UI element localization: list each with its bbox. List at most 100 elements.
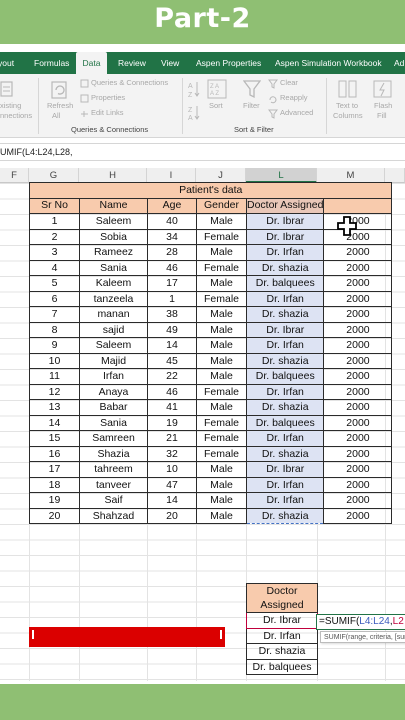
cell-doctor[interactable]: Dr. shazia [245,507,325,524]
cell-name[interactable]: Shazia [79,445,148,462]
edit-links-icon[interactable] [80,109,89,118]
cell-name[interactable]: Shahzad [79,507,148,524]
cell-sr-no[interactable]: 3 [29,244,80,261]
cell-name[interactable]: Anaya [79,383,148,400]
cell-doctor[interactable]: Dr. Irfan [245,430,325,447]
cell-fee[interactable]: 2000 [323,414,393,431]
cell-age[interactable]: 40 [147,213,197,230]
header-name[interactable]: Name [79,197,148,214]
cell-doctor[interactable]: Dr. shazia [245,352,325,369]
cell-sr-no[interactable]: 6 [29,290,80,307]
cell-fee[interactable]: 2000 [323,337,393,354]
cell-fee[interactable]: 2000 [323,461,393,478]
formula-bar[interactable]: UMIF(L4:L24,L28, [0,143,405,161]
cell-name[interactable]: tanzeela [79,290,148,307]
advanced-filter-icon[interactable] [268,109,278,119]
header-age[interactable]: Age [147,197,197,214]
cell-fee[interactable]: 2000 [323,275,393,292]
sort-az-icon[interactable]: A Z [187,79,201,101]
cell-age[interactable]: 38 [147,306,197,323]
cell-gender[interactable]: Female [196,414,247,431]
table-title[interactable]: Patient's data [28,182,393,199]
sort-button[interactable]: Sort [209,101,223,111]
sort-za-icon[interactable]: Z A [187,104,201,124]
lookup-cell[interactable]: Dr. balquees [246,658,318,675]
cell-name[interactable]: Sobia [79,228,148,245]
cell-sr-no[interactable]: 9 [29,337,80,354]
cell-fee[interactable]: 2000 [323,383,393,400]
cell-gender[interactable]: Male [196,337,247,354]
cell-sr-no[interactable]: 11 [29,368,80,385]
cell-name[interactable]: Saleem [79,337,148,354]
lookup-header[interactable]: Doctor Assigned [246,583,318,613]
cell-name[interactable]: Majid [79,352,148,369]
properties-icon[interactable] [80,94,89,103]
cell-age[interactable]: 21 [147,430,197,447]
advanced-button[interactable]: Advanced [280,108,313,118]
cell-age[interactable]: 46 [147,383,197,400]
cell-name[interactable]: manan [79,306,148,323]
cell-name[interactable]: Sania [79,414,148,431]
text-to-columns-label-1[interactable]: Text to [336,101,358,111]
cell-gender[interactable]: Male [196,306,247,323]
cell-sr-no[interactable]: 5 [29,275,80,292]
sort-dialog-icon[interactable]: Z A A Z [207,79,227,99]
cell-fee[interactable]: 2000 [323,244,393,261]
cell-gender[interactable]: Female [196,383,247,400]
function-tooltip[interactable]: SUMIF(range, criteria, [sum_range]) [320,631,405,643]
cell-sr-no[interactable]: 20 [29,507,80,524]
tab-formulas[interactable]: Formulas [34,52,69,74]
cell-gender[interactable]: Female [196,445,247,462]
cell-doctor[interactable]: Dr. shazia [245,259,325,276]
cell-age[interactable]: 17 [147,275,197,292]
cell-doctor[interactable]: Dr. balquees [245,275,325,292]
cell-fee[interactable]: 2000 [323,228,393,245]
cell-sr-no[interactable]: 8 [29,321,80,338]
cell-sr-no[interactable]: 10 [29,352,80,369]
cell-sr-no[interactable]: 2 [29,228,80,245]
cell-gender[interactable]: Male [196,321,247,338]
cell-fee[interactable]: 2000 [323,399,393,416]
cell-fee[interactable]: 2000 [323,507,393,524]
cell-fee[interactable]: 2000 [323,259,393,276]
cell-doctor[interactable]: Dr. Ibrar [245,321,325,338]
cell-age[interactable]: 14 [147,492,197,509]
header-doctor-assigned[interactable]: Doctor Assigned [245,197,325,214]
cell-age[interactable]: 45 [147,352,197,369]
tab-aspen-properties[interactable]: Aspen Properties [196,52,261,74]
cell-fee[interactable]: 2000 [323,368,393,385]
cell-name[interactable]: tahreem [79,461,148,478]
cell-doctor[interactable]: Dr. balquees [245,414,325,431]
cell-age[interactable]: 41 [147,399,197,416]
cell-gender[interactable]: Male [196,275,247,292]
cell-age[interactable]: 49 [147,321,197,338]
cell-sr-no[interactable]: 17 [29,461,80,478]
queries-connections-button[interactable]: Queries & Connections [91,78,168,88]
cell-name[interactable]: Babar [79,399,148,416]
cell-gender[interactable]: Male [196,399,247,416]
cell-sr-no[interactable]: 19 [29,492,80,509]
existing-connections-label-1[interactable]: xisting [0,101,21,111]
filter-funnel-icon[interactable] [243,79,261,99]
reapply-icon[interactable] [268,94,278,104]
text-to-columns-icon[interactable] [338,79,358,99]
cell-fee[interactable]: 2000 [323,213,393,230]
tab-data[interactable]: Data [76,52,107,74]
cell-age[interactable]: 14 [147,337,197,354]
cell-doctor[interactable]: Dr. shazia [245,399,325,416]
cell-sr-no[interactable]: 13 [29,399,80,416]
cell-fee[interactable]: 2000 [323,445,393,462]
existing-connections-icon[interactable] [0,80,14,98]
cell-doctor[interactable]: Dr. Irfan [245,492,325,509]
cell-age[interactable]: 32 [147,445,197,462]
tab-view[interactable]: View [161,52,179,74]
column-header-m[interactable]: M [317,168,385,183]
text-to-columns-label-2[interactable]: Columns [333,111,363,121]
cell-fee[interactable]: 2000 [323,290,393,307]
lookup-cell[interactable]: Dr. shazia [246,643,318,660]
cell-sr-no[interactable]: 15 [29,430,80,447]
cell-gender[interactable]: Male [196,461,247,478]
cell-doctor[interactable]: Dr. Ibrar [245,213,325,230]
tab-layout[interactable]: yout [0,52,14,74]
cell-name[interactable]: Sania [79,259,148,276]
